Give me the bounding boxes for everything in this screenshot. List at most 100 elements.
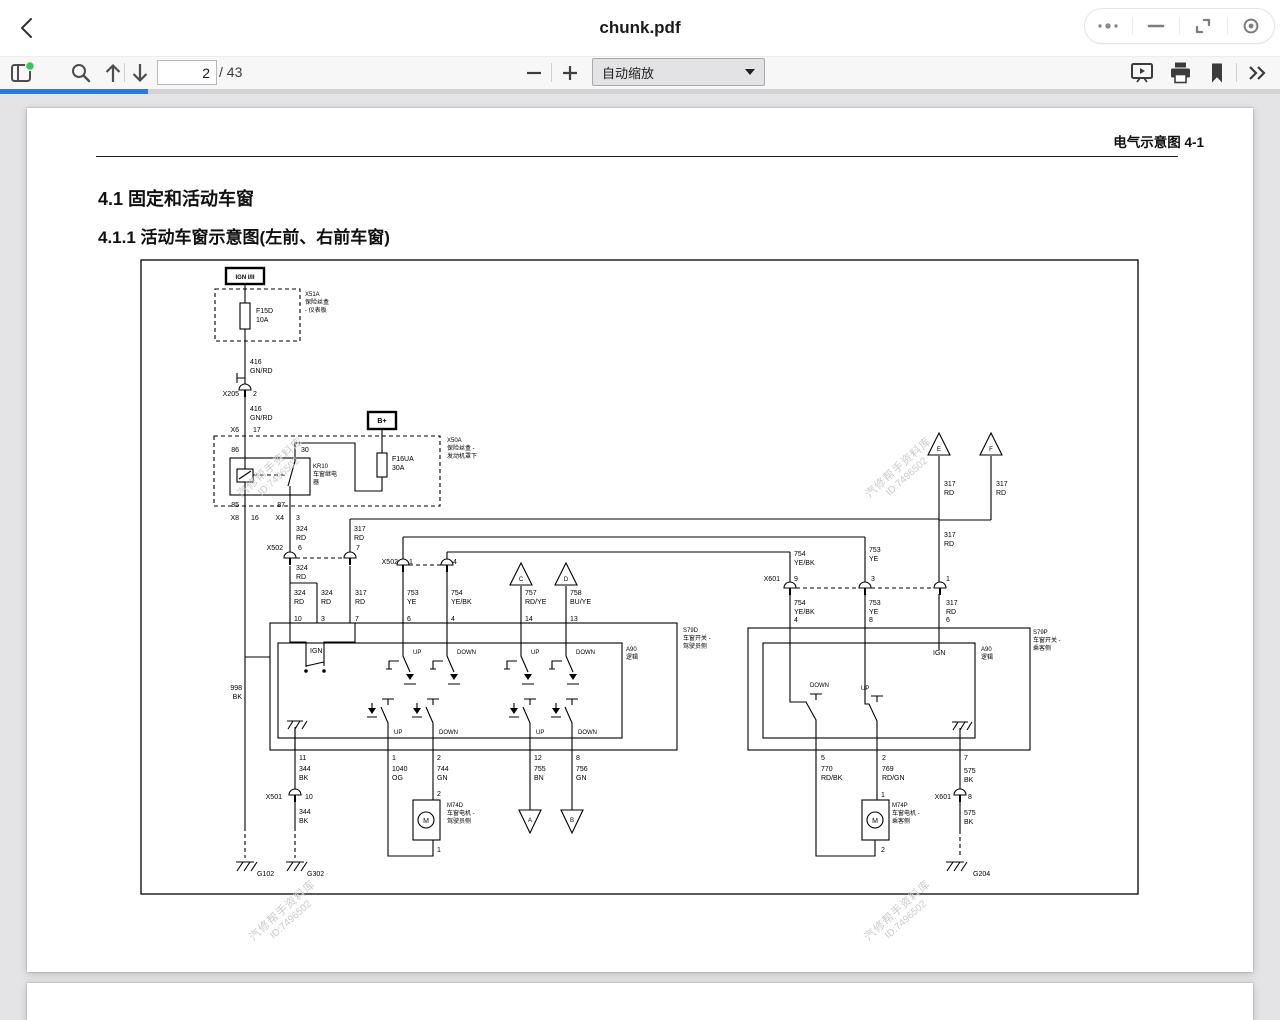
svg-text:4: 4 xyxy=(453,559,457,566)
svg-text:YE/BK: YE/BK xyxy=(794,609,815,616)
svg-text:2: 2 xyxy=(437,791,441,798)
browser-topbar: chunk.pdf xyxy=(0,0,1280,57)
svg-text:X601: X601 xyxy=(764,576,780,583)
svg-text:YE: YE xyxy=(407,599,417,606)
svg-text:车窗电机 -: 车窗电机 - xyxy=(892,809,920,817)
svg-text:14: 14 xyxy=(525,616,533,623)
svg-text:30: 30 xyxy=(301,447,309,454)
svg-text:2: 2 xyxy=(253,391,257,398)
next-page-button[interactable] xyxy=(128,60,152,86)
svg-text:- 仪表板: - 仪表板 xyxy=(305,306,327,314)
svg-text:2: 2 xyxy=(882,755,886,762)
zoom-in-icon xyxy=(560,63,580,83)
svg-text:87: 87 xyxy=(277,502,285,509)
presentation-mode-button[interactable] xyxy=(1128,59,1156,87)
search-icon xyxy=(70,62,92,84)
svg-text:B+: B+ xyxy=(377,418,386,425)
svg-text:DOWN: DOWN xyxy=(576,650,595,656)
svg-text:13: 13 xyxy=(570,616,578,623)
svg-text:发动机罩下: 发动机罩下 xyxy=(447,452,477,460)
bookmark-icon xyxy=(1208,62,1226,83)
svg-text:4: 4 xyxy=(794,617,798,624)
svg-text:器: 器 xyxy=(313,479,319,486)
svg-text:758: 758 xyxy=(570,590,582,597)
restore-window-button[interactable] xyxy=(1180,9,1227,43)
more-dots-icon xyxy=(1096,21,1120,31)
svg-text:驾驶员侧: 驾驶员侧 xyxy=(447,817,471,825)
svg-text:A90: A90 xyxy=(981,647,992,653)
restore-window-icon xyxy=(1194,17,1212,35)
svg-text:RD: RD xyxy=(296,574,306,581)
svg-text:RD/BK: RD/BK xyxy=(821,775,843,782)
double-chevron-right-icon xyxy=(1246,63,1270,83)
svg-text:770: 770 xyxy=(821,766,833,773)
minimize-icon xyxy=(1147,17,1165,35)
svg-text:X50A: X50A xyxy=(447,438,462,444)
svg-text:3: 3 xyxy=(296,515,300,522)
svg-text:BU/YE: BU/YE xyxy=(570,599,591,606)
window-controls xyxy=(1084,8,1275,44)
svg-text:BK: BK xyxy=(299,818,309,825)
print-button[interactable] xyxy=(1167,59,1194,86)
page-count-label: / 43 xyxy=(219,56,242,89)
svg-text:BK: BK xyxy=(299,775,309,782)
chevron-down-icon xyxy=(745,69,755,75)
svg-text:753: 753 xyxy=(869,600,881,607)
svg-text:757: 757 xyxy=(525,590,537,597)
svg-text:M: M xyxy=(423,818,429,825)
previous-page-button[interactable] xyxy=(101,60,125,86)
svg-text:GN/RD: GN/RD xyxy=(250,368,273,375)
record-button[interactable] xyxy=(1228,9,1275,43)
svg-text:E: E xyxy=(937,447,941,453)
svg-text:B: B xyxy=(570,818,574,824)
more-tools-button[interactable] xyxy=(1244,61,1272,85)
svg-text:车窗开关 -: 车窗开关 - xyxy=(1033,636,1061,644)
zoom-select[interactable]: 自动缩放 xyxy=(592,58,765,86)
svg-text:G204: G204 xyxy=(973,871,990,878)
svg-text:GN/RD: GN/RD xyxy=(250,415,273,422)
svg-text:UP: UP xyxy=(394,730,402,736)
svg-text:416: 416 xyxy=(250,359,262,366)
svg-text:1: 1 xyxy=(946,576,950,583)
svg-text:M74D: M74D xyxy=(447,803,464,809)
svg-text:1: 1 xyxy=(881,792,885,799)
svg-text:2: 2 xyxy=(437,755,441,762)
page-number-input[interactable] xyxy=(157,60,217,85)
zoom-out-button[interactable] xyxy=(522,61,546,85)
svg-text:G102: G102 xyxy=(257,871,274,878)
svg-text:317: 317 xyxy=(354,526,366,533)
svg-text:RD/YE: RD/YE xyxy=(525,599,547,606)
svg-text:8: 8 xyxy=(576,755,580,762)
svg-text:317: 317 xyxy=(946,600,958,607)
zoom-in-button[interactable] xyxy=(558,61,582,85)
svg-text:BK: BK xyxy=(964,777,974,784)
minimize-button[interactable] xyxy=(1133,9,1180,43)
zoom-out-icon xyxy=(524,63,544,83)
svg-text:12: 12 xyxy=(534,755,542,762)
svg-text:4: 4 xyxy=(451,616,455,623)
svg-text:344: 344 xyxy=(299,766,311,773)
more-menu-button[interactable] xyxy=(1085,9,1132,43)
svg-text:6: 6 xyxy=(946,617,950,624)
svg-text:IGN I/II: IGN I/II xyxy=(235,275,254,281)
svg-text:754: 754 xyxy=(794,551,806,558)
svg-text:11: 11 xyxy=(299,755,306,762)
svg-text:逻辑: 逻辑 xyxy=(626,653,638,661)
pdf-viewer[interactable]: 电气示意图 4-1 4.1 固定和活动车窗 4.1.1 活动车窗示意图(左前、右… xyxy=(0,94,1280,1020)
svg-text:16: 16 xyxy=(251,515,259,522)
svg-text:X4: X4 xyxy=(275,515,284,522)
svg-text:C: C xyxy=(519,577,524,583)
svg-text:RD: RD xyxy=(294,599,304,606)
svg-text:2: 2 xyxy=(881,847,885,854)
svg-text:324: 324 xyxy=(294,590,306,597)
sidebar-toggle-button[interactable] xyxy=(8,59,38,87)
svg-text:RD: RD xyxy=(996,490,1006,497)
find-button[interactable] xyxy=(68,60,94,86)
back-button[interactable] xyxy=(14,14,42,42)
svg-text:IGN: IGN xyxy=(310,648,322,655)
svg-text:8: 8 xyxy=(869,617,873,624)
svg-text:324: 324 xyxy=(321,590,333,597)
svg-text:YE/BK: YE/BK xyxy=(794,560,815,567)
bookmark-button[interactable] xyxy=(1206,60,1228,85)
svg-text:BK: BK xyxy=(233,694,243,701)
